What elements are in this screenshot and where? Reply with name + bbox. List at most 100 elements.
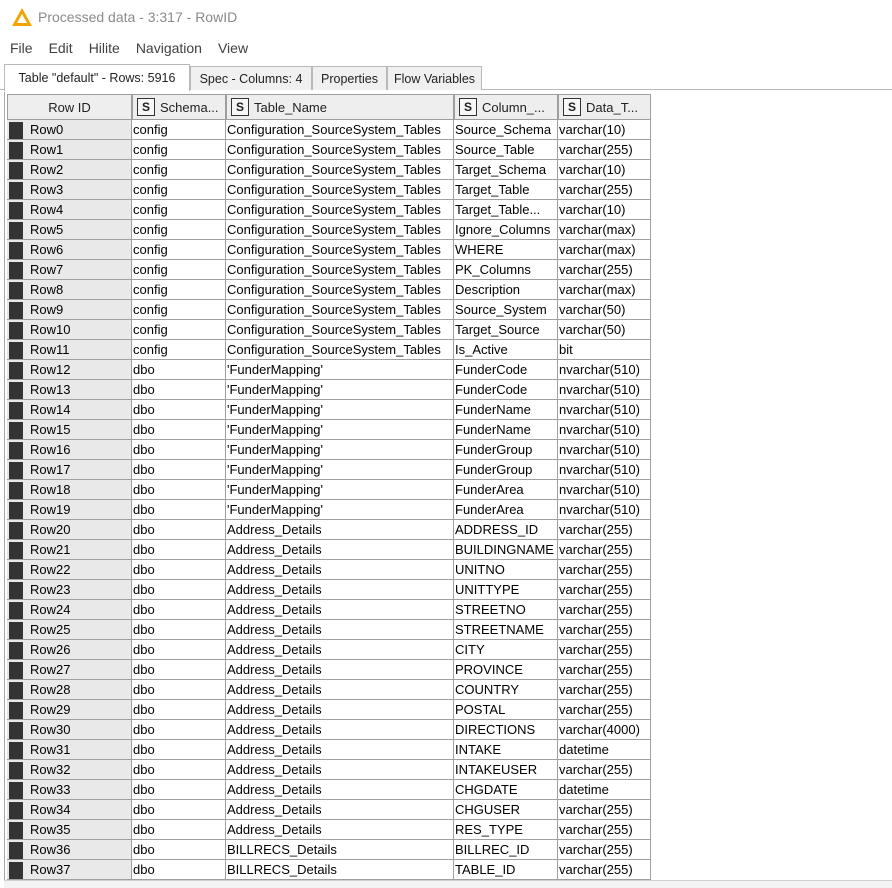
table-name-cell[interactable]: BILLRECS_Details <box>226 860 454 880</box>
menu-edit[interactable]: Edit <box>49 40 73 56</box>
data-type-cell[interactable]: varchar(255) <box>558 760 651 780</box>
data-type-cell[interactable]: nvarchar(510) <box>558 440 651 460</box>
table-row[interactable]: Row14 dbo 'FunderMapping' FunderName nvarcha… <box>5 400 651 420</box>
table-row[interactable]: Row4 config Configuration_SourceSystem_Tab… <box>5 200 651 220</box>
data-type-cell[interactable]: datetime <box>558 780 651 800</box>
schema-cell[interactable]: config <box>132 300 226 320</box>
row-id-cell[interactable]: Row26 <box>7 640 132 660</box>
schema-cell[interactable]: dbo <box>132 780 226 800</box>
table-name-cell[interactable]: Address_Details <box>226 540 454 560</box>
table-row[interactable]: Row22 dbo Address_Details UNITNO varchar(255… <box>5 560 651 580</box>
row-id-cell[interactable]: Row14 <box>7 400 132 420</box>
table-row[interactable]: Row21 dbo Address_Details BUILDINGNAME varch… <box>5 540 651 560</box>
schema-cell[interactable]: dbo <box>132 720 226 740</box>
schema-cell[interactable]: config <box>132 200 226 220</box>
data-type-cell[interactable]: varchar(10) <box>558 120 651 140</box>
table-row[interactable]: Row3 config Configuration_SourceSystem_Tab… <box>5 180 651 200</box>
column-name-cell[interactable]: RES_TYPE <box>454 820 558 840</box>
table-row[interactable]: Row33 dbo Address_Details CHGDATE datetime <box>5 780 651 800</box>
table-name-cell[interactable]: Address_Details <box>226 760 454 780</box>
row-id-cell[interactable]: Row6 <box>7 240 132 260</box>
row-id-cell[interactable]: Row31 <box>7 740 132 760</box>
row-id-cell[interactable]: Row15 <box>7 420 132 440</box>
tab-flow-variables[interactable]: Flow Variables <box>387 66 482 90</box>
data-type-cell[interactable]: datetime <box>558 740 651 760</box>
row-id-cell[interactable]: Row33 <box>7 780 132 800</box>
column-name-cell[interactable]: CITY <box>454 640 558 660</box>
table-name-cell[interactable]: 'FunderMapping' <box>226 380 454 400</box>
column-name-cell[interactable]: PROVINCE <box>454 660 558 680</box>
schema-cell[interactable]: dbo <box>132 600 226 620</box>
row-id-cell[interactable]: Row24 <box>7 600 132 620</box>
column-name-cell[interactable]: UNITNO <box>454 560 558 580</box>
table-name-cell[interactable]: Configuration_SourceSystem_Tables <box>226 240 454 260</box>
table-name-cell[interactable]: Address_Details <box>226 620 454 640</box>
table-row[interactable]: Row8 config Configuration_SourceSystem_Tab… <box>5 280 651 300</box>
row-id-cell[interactable]: Row28 <box>7 680 132 700</box>
table-row[interactable]: Row6 config Configuration_SourceSystem_Tab… <box>5 240 651 260</box>
row-id-cell[interactable]: Row37 <box>7 860 132 880</box>
table-row[interactable]: Row13 dbo 'FunderMapping' FunderCode nvarcha… <box>5 380 651 400</box>
table-name-cell[interactable]: Configuration_SourceSystem_Tables <box>226 340 454 360</box>
table-row[interactable]: Row18 dbo 'FunderMapping' FunderArea nvarcha… <box>5 480 651 500</box>
schema-cell[interactable]: dbo <box>132 500 226 520</box>
column-name-cell[interactable]: FunderGroup <box>454 440 558 460</box>
schema-cell[interactable]: dbo <box>132 700 226 720</box>
column-name-cell[interactable]: BILLREC_ID <box>454 840 558 860</box>
data-type-cell[interactable]: varchar(255) <box>558 620 651 640</box>
column-name-cell[interactable]: Source_Schema <box>454 120 558 140</box>
table-row[interactable]: Row12 dbo 'FunderMapping' FunderCode nvarcha… <box>5 360 651 380</box>
row-id-cell[interactable]: Row20 <box>7 520 132 540</box>
data-type-cell[interactable]: varchar(10) <box>558 200 651 220</box>
table-row[interactable]: Row26 dbo Address_Details CITY varchar(255) <box>5 640 651 660</box>
data-type-cell[interactable]: varchar(255) <box>558 800 651 820</box>
schema-cell[interactable]: dbo <box>132 860 226 880</box>
column-name-cell[interactable]: WHERE <box>454 240 558 260</box>
data-type-cell[interactable]: varchar(255) <box>558 140 651 160</box>
row-id-cell[interactable]: Row11 <box>7 340 132 360</box>
table-name-cell[interactable]: Address_Details <box>226 800 454 820</box>
schema-cell[interactable]: dbo <box>132 400 226 420</box>
data-type-cell[interactable]: varchar(255) <box>558 640 651 660</box>
row-id-cell[interactable]: Row30 <box>7 720 132 740</box>
column-name-cell[interactable]: UNITTYPE <box>454 580 558 600</box>
table-name-cell[interactable]: 'FunderMapping' <box>226 360 454 380</box>
schema-cell[interactable]: dbo <box>132 800 226 820</box>
table-row[interactable]: Row29 dbo Address_Details POSTAL varchar(255… <box>5 700 651 720</box>
table-name-cell[interactable]: Address_Details <box>226 700 454 720</box>
row-id-cell[interactable]: Row9 <box>7 300 132 320</box>
table-row[interactable]: Row1 config Configuration_SourceSystem_Tab… <box>5 140 651 160</box>
row-id-cell[interactable]: Row17 <box>7 460 132 480</box>
column-name-cell[interactable]: INTAKE <box>454 740 558 760</box>
table-row[interactable]: Row0 config Configuration_SourceSystem_Tab… <box>5 120 651 140</box>
row-id-cell[interactable]: Row8 <box>7 280 132 300</box>
column-name-cell[interactable]: Source_Table <box>454 140 558 160</box>
column-name-cell[interactable]: Ignore_Columns <box>454 220 558 240</box>
column-name-cell[interactable]: CHGDATE <box>454 780 558 800</box>
table-row[interactable]: Row35 dbo Address_Details RES_TYPE varchar(2… <box>5 820 651 840</box>
row-id-cell[interactable]: Row12 <box>7 360 132 380</box>
row-id-cell[interactable]: Row19 <box>7 500 132 520</box>
table-name-cell[interactable]: Configuration_SourceSystem_Tables <box>226 300 454 320</box>
data-type-cell[interactable]: nvarchar(510) <box>558 500 651 520</box>
table-row[interactable]: Row17 dbo 'FunderMapping' FunderGroup nvarch… <box>5 460 651 480</box>
table-name-cell[interactable]: Configuration_SourceSystem_Tables <box>226 220 454 240</box>
table-name-cell[interactable]: Configuration_SourceSystem_Tables <box>226 180 454 200</box>
column-header-schema[interactable]: S Schema... <box>132 94 226 120</box>
column-name-cell[interactable]: PK_Columns <box>454 260 558 280</box>
row-id-cell[interactable]: Row0 <box>7 120 132 140</box>
column-name-cell[interactable]: COUNTRY <box>454 680 558 700</box>
table-row[interactable]: Row31 dbo Address_Details INTAKE datetime <box>5 740 651 760</box>
data-type-cell[interactable]: nvarchar(510) <box>558 480 651 500</box>
table-name-cell[interactable]: Address_Details <box>226 820 454 840</box>
column-name-cell[interactable]: DIRECTIONS <box>454 720 558 740</box>
table-name-cell[interactable]: Address_Details <box>226 740 454 760</box>
table-row[interactable]: Row27 dbo Address_Details PROVINCE varchar(2… <box>5 660 651 680</box>
table-name-cell[interactable]: Address_Details <box>226 600 454 620</box>
table-row[interactable]: Row5 config Configuration_SourceSystem_Tab… <box>5 220 651 240</box>
schema-cell[interactable]: config <box>132 220 226 240</box>
table-name-cell[interactable]: Address_Details <box>226 780 454 800</box>
data-type-cell[interactable]: varchar(255) <box>558 540 651 560</box>
schema-cell[interactable]: config <box>132 120 226 140</box>
data-type-cell[interactable]: varchar(255) <box>558 260 651 280</box>
